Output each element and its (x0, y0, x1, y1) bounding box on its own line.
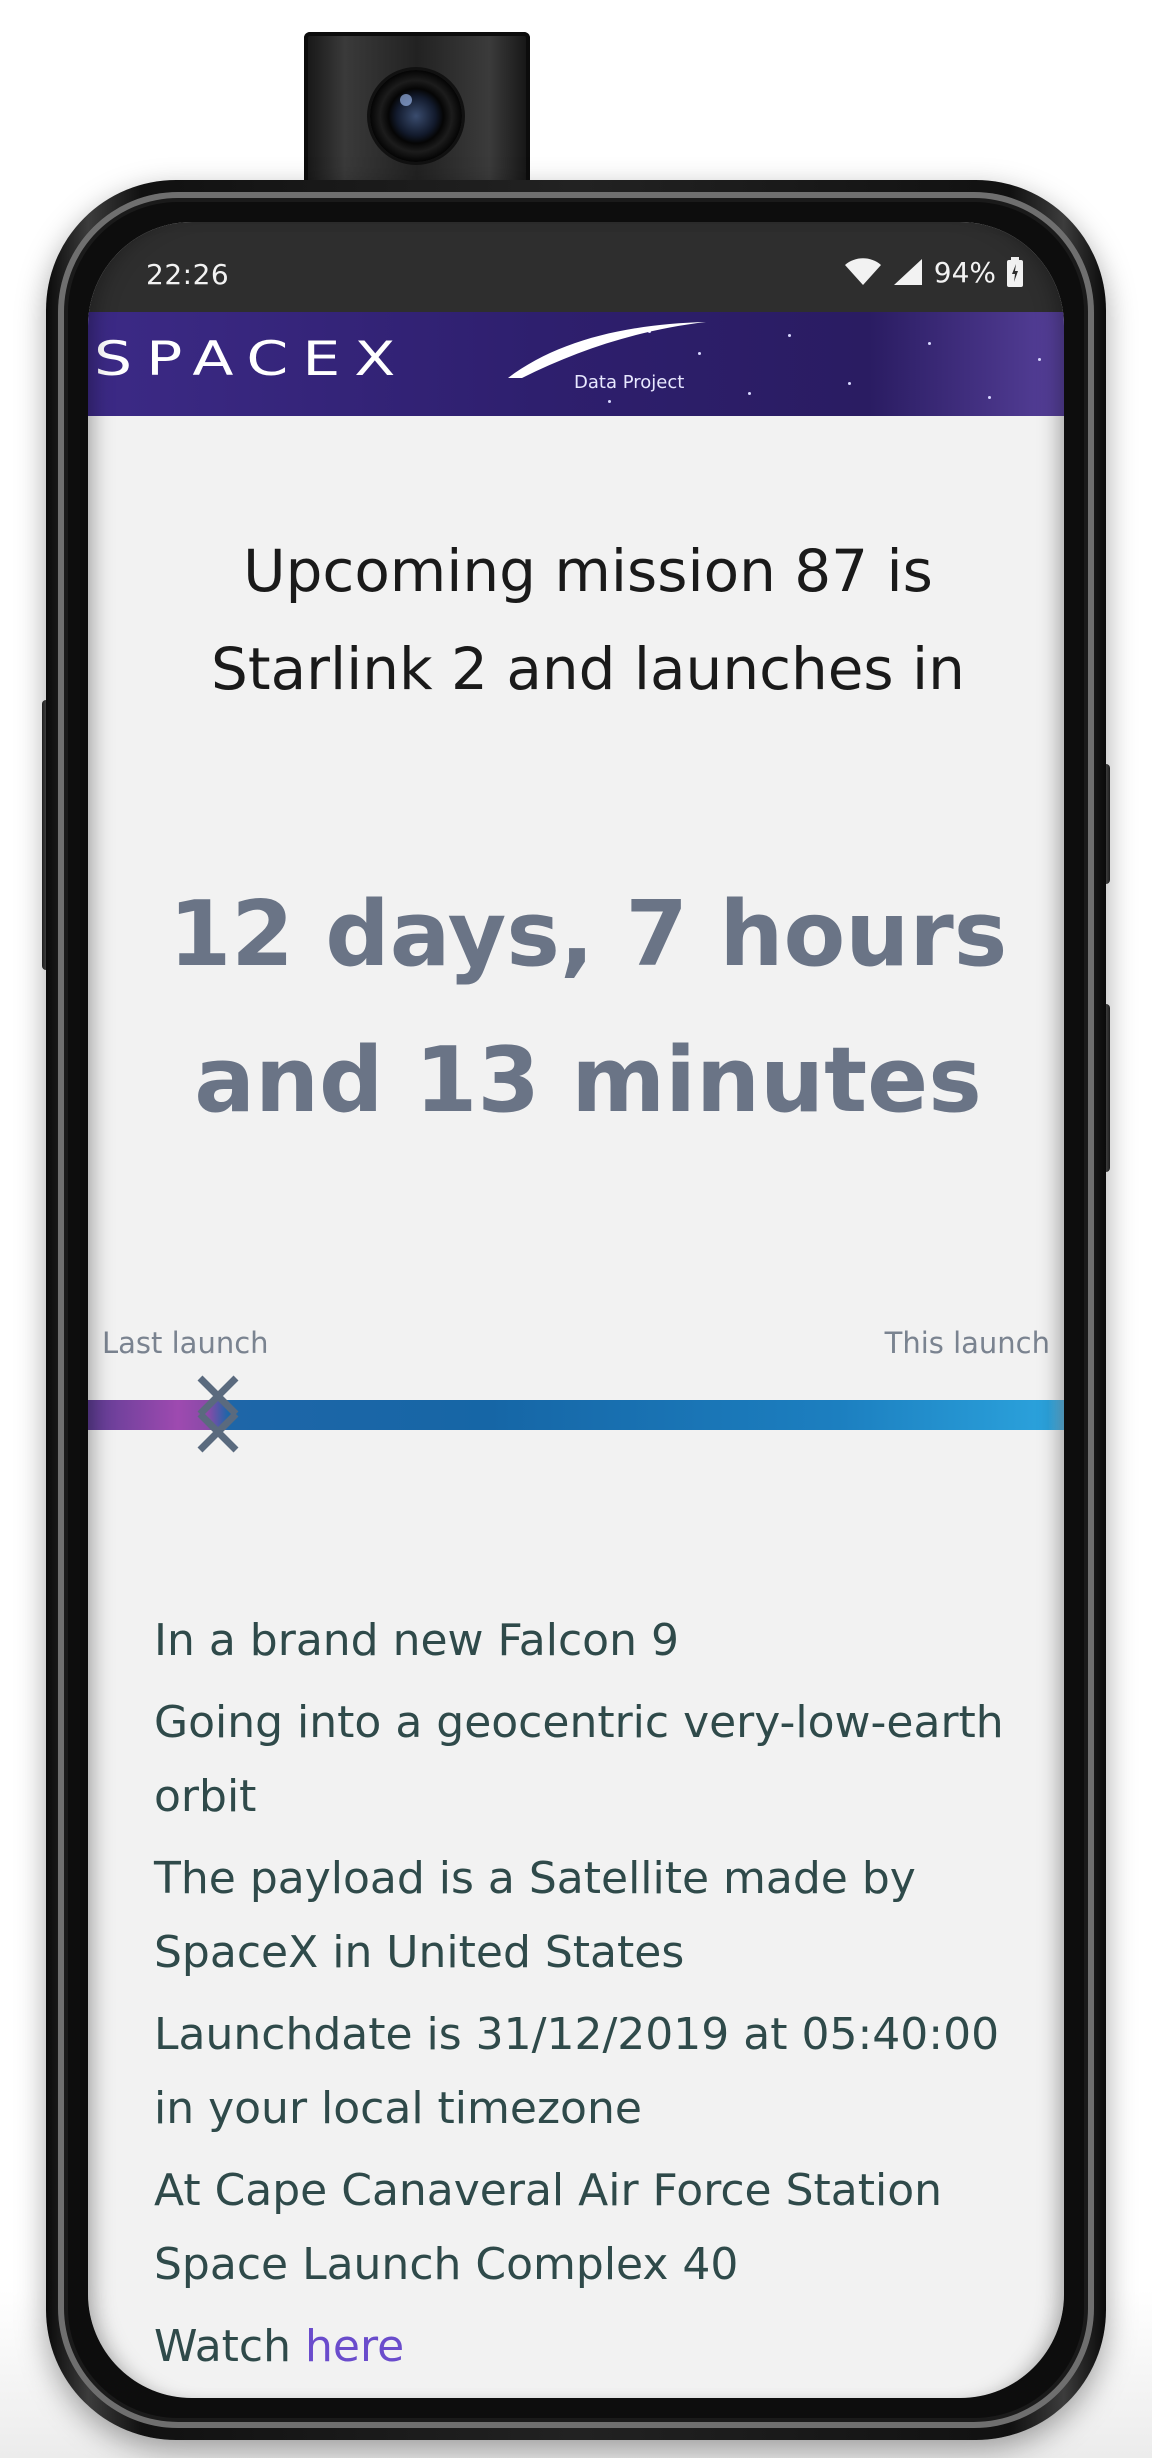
battery-percentage: 94% (933, 255, 996, 289)
popup-camera (304, 32, 530, 204)
watch-here-link[interactable]: here (305, 2321, 404, 2372)
banner-star (928, 342, 931, 345)
phone-screen: 22:26 94% SPACEX Data Project Upcoming m… (88, 222, 1064, 2398)
device-mockup: 22:26 94% SPACEX Data Project Upcoming m… (0, 0, 1152, 2458)
banner-star (848, 382, 851, 385)
banner-star (988, 396, 991, 399)
battery-icon (1007, 257, 1023, 287)
signal-icon (893, 259, 922, 285)
countdown-timer: 12 days, 7 hours and 13 minutes (168, 882, 1008, 1133)
banner-star (788, 334, 791, 337)
mission-heading: Upcoming mission 87 is Starlink 2 and la… (211, 537, 965, 703)
banner-star (748, 392, 751, 395)
camera-lens-icon (370, 70, 462, 162)
mission-details: In a brand new Falcon 9 Going into a geo… (154, 1604, 1034, 2392)
status-time: 22:26 (146, 258, 230, 291)
orbit-detail: Going into a geocentric very-low-earth o… (154, 1697, 1004, 1822)
banner-star (608, 400, 611, 403)
launch-site-detail: At Cape Canaveral Air Force Station Spac… (154, 2165, 943, 2290)
timeline-x-marker-icon (197, 1375, 239, 1453)
watch-prefix: Watch (154, 2321, 291, 2372)
phone-frame: 22:26 94% SPACEX Data Project Upcoming m… (46, 180, 1106, 2440)
spacex-logo: SPACEX (94, 332, 410, 387)
phone-bezel: 22:26 94% SPACEX Data Project Upcoming m… (58, 192, 1094, 2428)
status-icons: 94% (844, 255, 1024, 289)
spacex-banner: SPACEX Data Project (88, 312, 1064, 416)
rocket-detail: In a brand new Falcon 9 (154, 1615, 679, 1666)
payload-detail: The payload is a Satellite made by Space… (154, 1853, 916, 1978)
banner-subtitle: Data Project (574, 372, 685, 393)
launchdate-detail: Launchdate is 31/12/2019 at 05:40:00 in … (154, 2009, 1000, 2134)
this-launch-label: This launch (884, 1326, 1050, 1360)
last-launch-label: Last launch (102, 1326, 269, 1360)
wifi-icon (844, 258, 881, 285)
status-bar: 22:26 94% (88, 222, 1064, 312)
banner-star (1038, 358, 1041, 361)
spacex-swoosh-icon (508, 322, 706, 378)
watch-detail: Watch here (154, 2310, 1034, 2384)
